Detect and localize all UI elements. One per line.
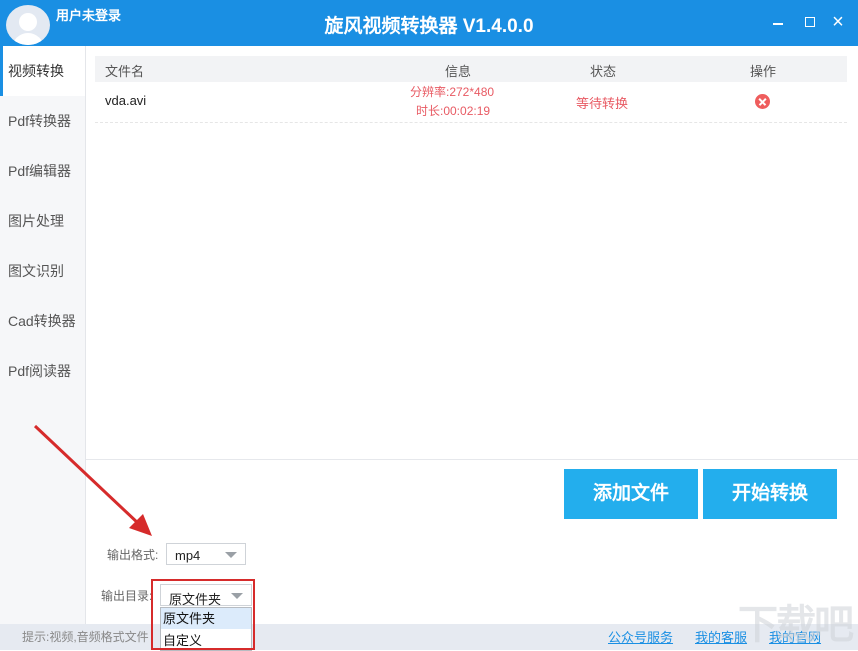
annotation-arrow	[33, 424, 152, 536]
watermark-logo: 下载吧	[738, 603, 854, 647]
